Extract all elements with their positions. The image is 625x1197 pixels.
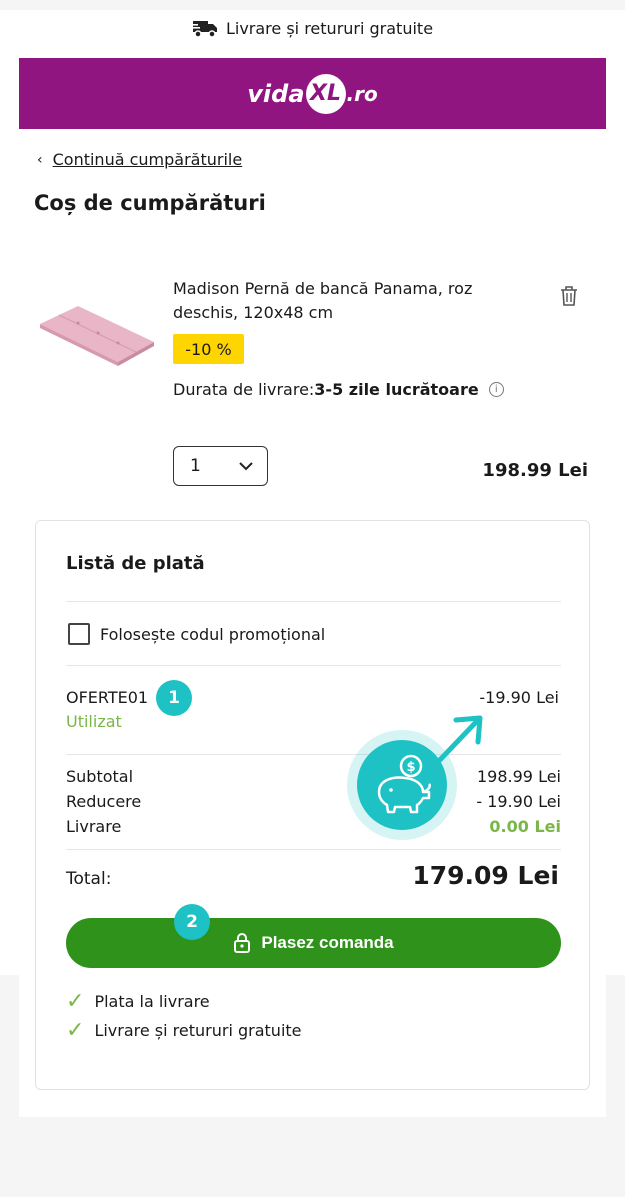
promo-status: Utilizat [66,712,122,731]
vidaxl-logo[interactable]: vida XL .ro [247,73,378,114]
product-name[interactable]: Madison Pernă de bancă Panama, roz desch… [173,277,523,325]
shipping-value: 0.00 Lei [489,817,561,836]
logo-tld: .ro [346,81,378,106]
site-header: vida XL .ro [19,58,606,129]
product-image[interactable] [34,298,156,370]
promo-value: -19.90 Lei [479,688,559,707]
payment-summary-card: Listă de plată Folosește codul promoțion… [35,520,590,1090]
feature-cash-on-delivery: ✓ Plata la livrare [66,989,210,1014]
lock-icon [234,933,251,953]
step-marker-1: 1 [156,680,192,716]
summary-title: Listă de plată [66,553,205,574]
shipping-banner: Livrare și retururi gratuite [0,14,625,42]
checkmark-icon: ✓ [66,1018,85,1043]
logo-xl-mark: XL [305,73,346,114]
continue-shopping-link[interactable]: ‹ Continuă cumpărăturile [37,150,242,169]
discount-badge: -10 % [173,334,244,364]
promo-code: OFERTE01 [66,688,149,707]
promo-checkbox[interactable] [68,623,90,645]
checkmark-icon: ✓ [66,989,85,1014]
place-order-button[interactable]: Plasez comanda [66,918,561,968]
quantity-select[interactable]: 1 [173,446,268,486]
delivery-truck-icon [191,21,217,38]
shipping-banner-text: Livrare și retururi gratuite [225,18,434,38]
discount-value: - 19.90 Lei [476,792,561,811]
discount-label: Reducere [66,792,142,811]
subtotal-label: Subtotal [66,767,134,786]
total-label: Total: [66,869,112,889]
arrow-up-right-icon [433,715,483,767]
delivery-time-label: Durata de livrare:3-5 zile lucrătoare [173,380,479,399]
divider [66,849,561,850]
divider [66,665,561,666]
promo-checkbox-label: Folosește codul promoțional [100,624,326,644]
shipping-row: Livrare 0.00 Lei [66,817,561,836]
page-title: Coș de cumpărături [34,191,266,215]
page: Livrare și retururi gratuite vida XL .ro… [0,0,625,1197]
place-order-label: Plasez comanda [261,933,394,952]
divider [66,601,561,602]
product-price: 198.99 Lei [482,460,588,481]
continue-shopping-label: Continuă cumpărăturile [52,150,243,169]
quantity-value: 1 [190,456,201,476]
discount-row: Reducere - 19.90 Lei [66,792,561,811]
delivery-time-value: 3-5 zile lucrătoare [314,380,479,399]
feature-label: Plata la livrare [94,992,210,1011]
chevron-down-icon [239,461,253,470]
feature-label: Livrare și retururi gratuite [94,1021,302,1040]
feature-free-returns: ✓ Livrare și retururi gratuite [66,1018,302,1043]
delivery-time: Durata de livrare:3-5 zile lucrătoare i [173,380,504,399]
shipping-label: Livrare [66,817,122,836]
svg-text:$: $ [406,760,415,775]
chevron-left-icon: ‹ [37,151,43,168]
trash-icon[interactable] [558,284,580,308]
promo-code-toggle[interactable]: Folosește codul promoțional [68,623,325,645]
step-marker-2: 2 [174,904,210,940]
info-icon[interactable]: i [488,382,504,397]
total-value: 179.09 Lei [412,861,559,890]
logo-text: vida [247,79,305,108]
